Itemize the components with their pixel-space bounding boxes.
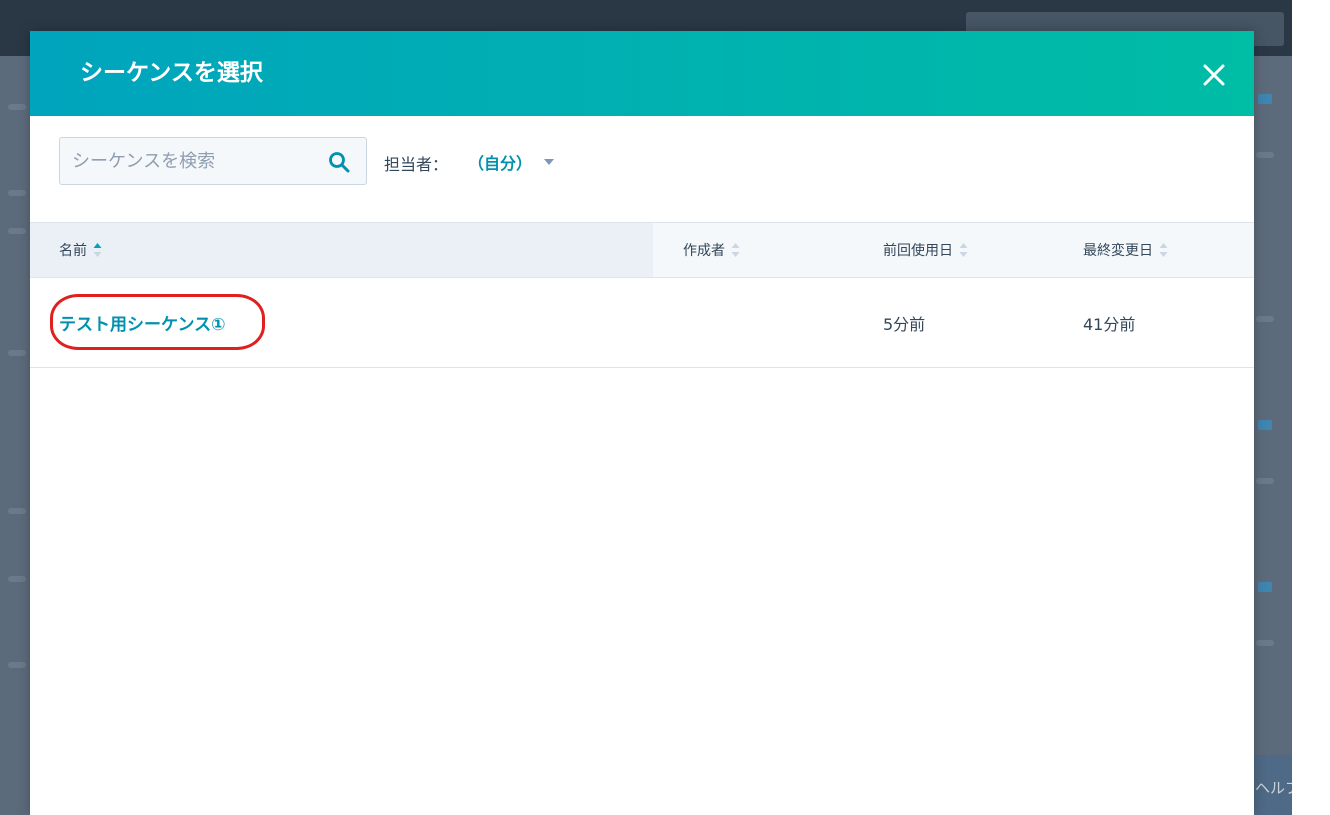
sort-icon [731, 243, 740, 257]
background-decoration [8, 190, 26, 196]
background-decoration [8, 508, 26, 514]
background-decoration [1256, 478, 1274, 484]
background-decoration [8, 576, 26, 582]
sort-icon [959, 243, 968, 257]
background-decoration [1258, 94, 1272, 104]
select-sequence-modal: シーケンスを選択 担当者： （自分） [30, 31, 1254, 815]
owner-filter-value: （自分） [468, 154, 533, 173]
close-button[interactable] [1198, 59, 1230, 91]
column-header-last-used[interactable]: 前回使用日 [883, 223, 968, 277]
sort-ascending-icon [93, 243, 102, 257]
column-header-label: 名前 [59, 243, 87, 259]
background-decoration [8, 662, 26, 668]
background-decoration [1258, 420, 1272, 430]
cell-name: テスト用シーケンス① [59, 278, 226, 367]
column-header-label: 作成者 [683, 243, 725, 259]
column-header-last-modified[interactable]: 最終変更日 [1083, 223, 1168, 277]
sorted-column-highlight [30, 223, 653, 277]
table-header: 名前 作成者 前回使用日 最終変更日 [30, 222, 1254, 278]
background-decoration [1256, 316, 1274, 322]
modal-header: シーケンスを選択 [30, 31, 1254, 116]
modal-title: シーケンスを選択 [80, 60, 263, 86]
search-box [59, 137, 367, 185]
cell-last-modified: 41分前 [1083, 314, 1136, 334]
cell-last-used: 5分前 [883, 314, 926, 334]
background-decoration [8, 228, 26, 234]
owner-filter-label: 担当者： [384, 155, 449, 174]
search-icon[interactable] [328, 151, 350, 173]
column-header-name[interactable]: 名前 [59, 223, 102, 277]
background-decoration [1256, 152, 1274, 158]
search-input[interactable] [72, 146, 312, 176]
column-header-label: 前回使用日 [883, 243, 953, 259]
background-decoration [8, 350, 26, 356]
page-edge [1292, 0, 1330, 815]
sequence-name-link[interactable]: テスト用シーケンス① [59, 310, 226, 335]
background-decoration [1258, 582, 1272, 592]
column-header-label: 最終変更日 [1083, 243, 1153, 259]
column-header-creator[interactable]: 作成者 [683, 223, 740, 277]
background-decoration [1256, 640, 1274, 646]
caret-down-icon [544, 159, 555, 165]
sort-icon [1159, 243, 1168, 257]
table-row[interactable]: テスト用シーケンス① 5分前 41分前 [30, 278, 1254, 368]
background-decoration [8, 104, 26, 110]
help-button[interactable]: ヘルプ [1253, 755, 1292, 815]
screen: ヘルプ シーケンスを選択 担当者： （自分） [0, 0, 1330, 815]
close-icon [1203, 64, 1225, 86]
owner-filter-dropdown[interactable]: （自分） [468, 149, 555, 175]
